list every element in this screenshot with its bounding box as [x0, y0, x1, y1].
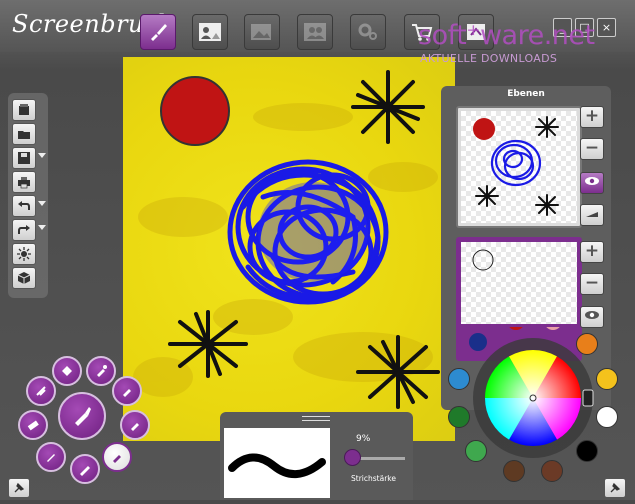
pin-left-button[interactable] [8, 478, 30, 498]
swatch-blue[interactable] [448, 368, 470, 390]
pen-icon [47, 454, 55, 462]
tool-crayon[interactable] [120, 410, 150, 440]
layer-2-visibility-button[interactable] [580, 306, 604, 328]
cube-icon [17, 272, 31, 284]
redo-button[interactable] [12, 219, 36, 241]
pin-icon [610, 482, 621, 493]
tool-wheel [14, 350, 150, 484]
photo-person-icon [199, 23, 221, 41]
draw-mode-button[interactable] [140, 14, 176, 50]
brush-settings-panel: 9% Strichstärke [220, 412, 413, 500]
gallery-button[interactable] [244, 14, 280, 50]
pencil-icon [80, 466, 90, 476]
undo-icon [18, 201, 30, 210]
settings-gears-icon [358, 23, 377, 40]
brush-size-value: 9% [356, 434, 371, 444]
swatch-green[interactable] [465, 440, 487, 462]
layer-1-artwork [473, 116, 559, 216]
add-layer-2-button[interactable]: + [580, 241, 604, 263]
folder-icon [18, 131, 30, 139]
new-file-icon [19, 104, 29, 115]
tool-marker[interactable] [112, 376, 142, 406]
tool-brush-main[interactable] [58, 392, 106, 440]
photo-mode-button[interactable] [192, 14, 228, 50]
brush-size-label: Strichstärke [351, 474, 396, 483]
settings-button[interactable] [350, 14, 386, 50]
brush-icon [151, 24, 167, 41]
eye-icon [585, 177, 599, 185]
people-icon [304, 23, 326, 41]
undo-button[interactable] [12, 195, 36, 217]
watermark-text: soft⁺ware.net [418, 20, 595, 51]
swatch-orange[interactable] [576, 333, 598, 355]
add-layer-button[interactable]: + [580, 106, 604, 128]
tool-dropper[interactable] [86, 356, 116, 386]
tool-highlighter[interactable] [102, 442, 132, 472]
screenbrush-app: Screenbrush _ □ × soft⁺ware.net AKTUELLE… [0, 0, 635, 500]
brush-size-knob[interactable] [344, 449, 361, 466]
stencil-icon [36, 386, 46, 396]
highlighter-icon [113, 455, 121, 463]
layers-title: Ebenen [507, 89, 545, 99]
drawing-canvas[interactable] [123, 57, 455, 441]
watermark-subtext: AKTUELLE DOWNLOADS [420, 52, 558, 65]
fill-tool-icon [62, 366, 72, 376]
save-icon [18, 152, 30, 164]
swatch-dark-green[interactable] [448, 406, 470, 428]
remove-layer-button[interactable]: − [580, 138, 604, 160]
brush-stroke-preview [228, 453, 326, 478]
swatch-black[interactable] [576, 440, 598, 462]
close-button[interactable]: × [597, 18, 616, 37]
tool-pen[interactable] [36, 442, 66, 472]
print-button[interactable] [12, 171, 36, 193]
sparkle-icon [17, 247, 31, 261]
canvas-artwork [133, 70, 440, 409]
panel-grip[interactable] [302, 416, 330, 421]
layer-1-opacity-button[interactable] [580, 204, 604, 226]
opacity-slider-icon [586, 212, 598, 217]
tool-fill[interactable] [52, 356, 82, 386]
save-dropdown-caret[interactable] [38, 153, 46, 158]
undo-dropdown-caret[interactable] [38, 201, 46, 206]
redo-icon [18, 225, 30, 234]
pin-icon [14, 482, 25, 493]
new-file-button[interactable] [12, 99, 36, 121]
brush-preview [224, 428, 330, 498]
tool-pencil[interactable] [70, 454, 100, 484]
dropper-icon [97, 365, 107, 377]
layer-2-preview [461, 242, 577, 324]
eraser-icon [27, 420, 39, 431]
layer-1-preview [461, 111, 577, 223]
layer-thumbnail-1[interactable] [456, 106, 582, 228]
save-button[interactable] [12, 147, 36, 169]
remove-layer-2-button[interactable]: − [580, 273, 604, 295]
people-button[interactable] [297, 14, 333, 50]
layer-1-visibility-button[interactable] [580, 172, 604, 194]
color-picker[interactable] [445, 330, 635, 500]
tool-eraser[interactable] [18, 410, 48, 440]
eye-icon [585, 311, 599, 319]
open-folder-button[interactable] [12, 123, 36, 145]
tool-stamp[interactable] [26, 376, 56, 406]
layer-2-artwork [472, 249, 494, 271]
cube-button[interactable] [12, 267, 36, 289]
swatch-white[interactable] [596, 406, 618, 428]
swatch-brown[interactable] [541, 460, 563, 482]
left-toolbar [8, 93, 48, 298]
brush-tool-icon [75, 407, 91, 426]
marker-icon [123, 389, 131, 397]
pin-right-button[interactable] [604, 478, 626, 498]
crayon-icon [131, 423, 139, 431]
effects-button[interactable] [12, 243, 36, 265]
swatch-yellow[interactable] [596, 368, 618, 390]
redo-dropdown-caret[interactable] [38, 225, 46, 230]
gallery-icon [251, 24, 271, 40]
swatch-dark-brown[interactable] [503, 460, 525, 482]
print-icon [18, 177, 30, 189]
